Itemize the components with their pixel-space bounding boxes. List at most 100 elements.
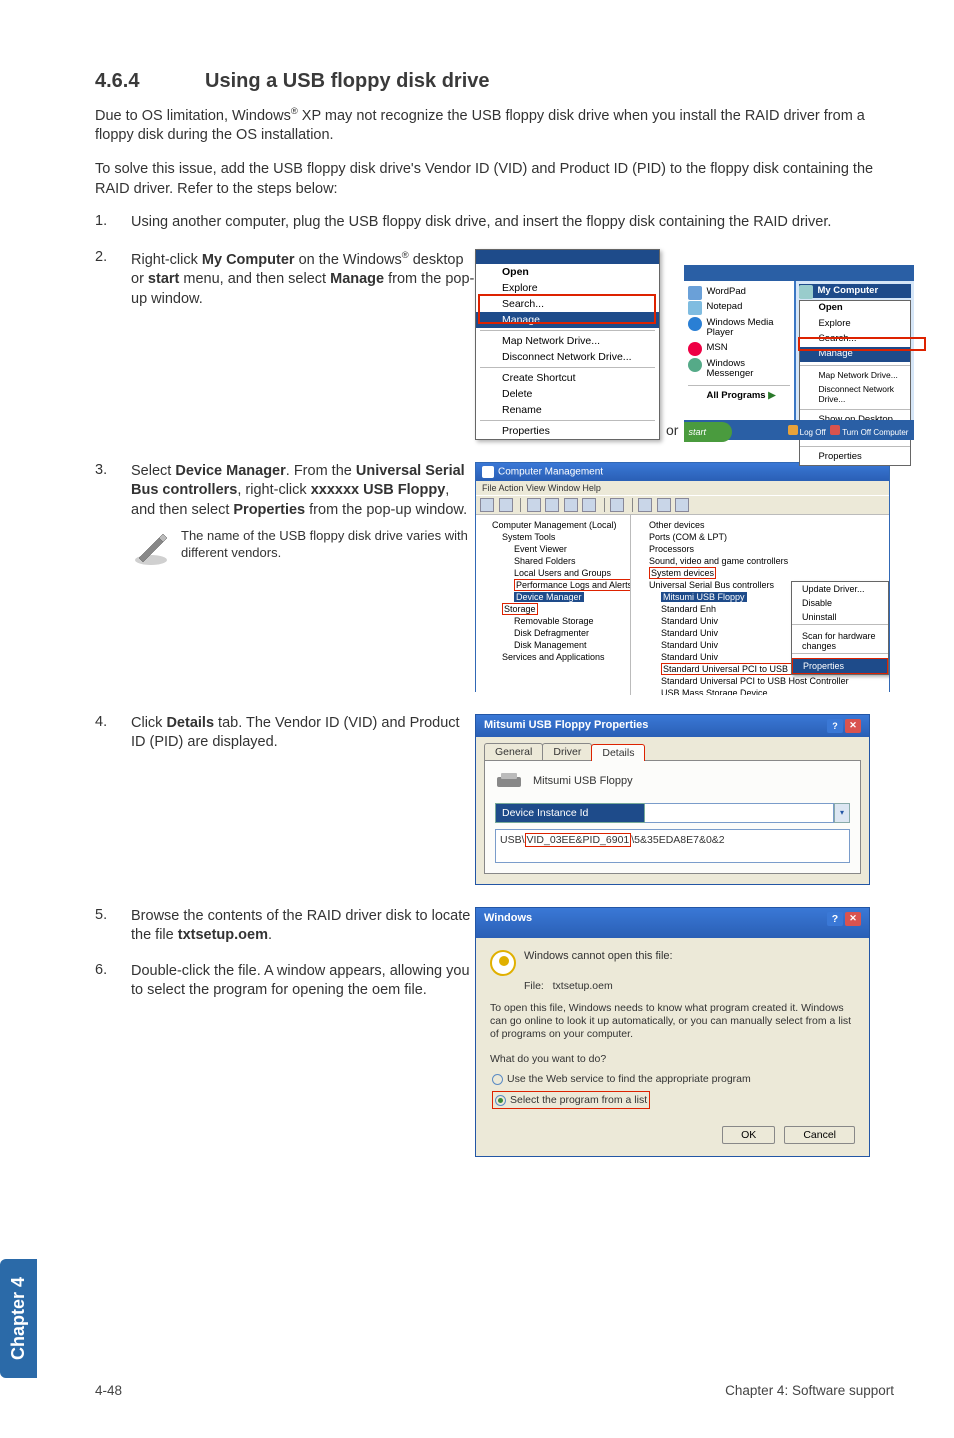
- toolbar-icon[interactable]: [527, 498, 541, 512]
- compmgmt-toolbar[interactable]: [476, 495, 889, 515]
- tree-users[interactable]: Local Users and Groups: [480, 567, 626, 579]
- note-step3: The name of the USB floppy disk drive va…: [131, 528, 475, 568]
- windows-open-with-dialog: Windows ?✕ Windows cannot open this file…: [475, 907, 870, 1157]
- tree-diskmgmt[interactable]: Disk Management: [480, 639, 626, 651]
- start-left-notepad[interactable]: Notepad: [688, 300, 790, 314]
- start-left-msn[interactable]: MSN: [688, 341, 790, 355]
- ctx-search[interactable]: Search...: [476, 296, 659, 312]
- toolbar-icon[interactable]: [582, 498, 596, 512]
- device-context-submenu: Update Driver... Disable Uninstall Scan …: [791, 581, 889, 675]
- footer-chapter-label: Chapter 4: Software support: [725, 1383, 894, 1398]
- compmgmt-detail[interactable]: Other devices Ports (COM & LPT) Processo…: [631, 515, 889, 695]
- device-instance-value[interactable]: USB\VID_03EE&PID_6901\5&35EDA8E7&0&2: [495, 829, 850, 863]
- start-ctx-properties[interactable]: Properties: [800, 450, 910, 464]
- start-all-programs[interactable]: All Programs ▶: [688, 389, 790, 403]
- mycomputer-icon-bar: [476, 250, 659, 264]
- start-ctx-explore[interactable]: Explore: [800, 317, 910, 331]
- opt-select-from-list[interactable]: Select the program from a list: [492, 1091, 650, 1109]
- close-icon[interactable]: ✕: [845, 719, 861, 733]
- sub-uninstall[interactable]: Uninstall: [792, 610, 888, 624]
- start-button[interactable]: start: [684, 422, 732, 442]
- det-ports[interactable]: Ports (COM & LPT): [635, 531, 885, 543]
- toolbar-icon[interactable]: [675, 498, 689, 512]
- compmgmt-tree[interactable]: Computer Management (Local) System Tools…: [476, 515, 631, 695]
- step-4-text: Click Details tab. The Vendor ID (VID) a…: [131, 714, 475, 753]
- ctx-properties[interactable]: Properties: [476, 423, 659, 439]
- start-left-messenger[interactable]: Windows Messenger: [688, 357, 790, 382]
- tree-root[interactable]: Computer Management (Local): [480, 519, 626, 531]
- toolbar-icon[interactable]: [564, 498, 578, 512]
- tree-services[interactable]: Services and Applications: [480, 651, 626, 663]
- start-ctx-map[interactable]: Map Network Drive...: [800, 369, 910, 382]
- propdlg-titlebar: Mitsumi USB Floppy Properties ?✕: [476, 715, 869, 737]
- tree-removable[interactable]: Removable Storage: [480, 615, 626, 627]
- cancel-button[interactable]: Cancel: [784, 1126, 855, 1144]
- det-sound[interactable]: Sound, video and game controllers: [635, 555, 885, 567]
- start-my-computer[interactable]: My Computer: [799, 284, 911, 298]
- det-mass[interactable]: USB Mass Storage Device: [635, 687, 885, 695]
- tree-storage[interactable]: Storage: [480, 603, 626, 615]
- start-ctx-open[interactable]: Open: [800, 301, 910, 315]
- help-icon[interactable]: ?: [827, 912, 843, 926]
- step-2-text: Right-click My Computer on the Windows® …: [131, 249, 475, 310]
- close-icon[interactable]: ✕: [845, 912, 861, 926]
- toolbar-fwd-icon[interactable]: [499, 498, 513, 512]
- step-3-number: 3.: [95, 462, 131, 521]
- sub-update[interactable]: Update Driver...: [792, 582, 888, 596]
- note-step3-text: The name of the USB floppy disk drive va…: [181, 528, 475, 562]
- tree-devmgr[interactable]: Device Manager: [480, 591, 626, 603]
- toolbar-back-icon[interactable]: [480, 498, 494, 512]
- ctx-open[interactable]: Open: [476, 264, 659, 280]
- help-icon[interactable]: ?: [827, 719, 843, 733]
- ctx-manage[interactable]: Manage: [476, 312, 659, 328]
- combo-dropdown-icon[interactable]: ▾: [834, 803, 850, 823]
- ctx-disconnect-drive[interactable]: Disconnect Network Drive...: [476, 349, 659, 365]
- ctx-map-drive[interactable]: Map Network Drive...: [476, 333, 659, 349]
- ok-button[interactable]: OK: [722, 1126, 775, 1144]
- properties-dialog: Mitsumi USB Floppy Properties ?✕ General…: [475, 714, 870, 885]
- toolbar-icon[interactable]: [657, 498, 671, 512]
- tab-general[interactable]: General: [484, 743, 543, 760]
- start-left-wmp[interactable]: Windows Media Player: [688, 316, 790, 341]
- tree-eventviewer[interactable]: Event Viewer: [480, 543, 626, 555]
- opt-web-service[interactable]: Use the Web service to find the appropri…: [492, 1073, 855, 1085]
- step-5-number: 5.: [95, 907, 131, 946]
- start-logoff-turnoff[interactable]: Log Off Turn Off Computer: [788, 425, 909, 437]
- floppy-device-icon: [495, 771, 523, 791]
- tab-details[interactable]: Details: [591, 744, 645, 761]
- ctx-explore[interactable]: Explore: [476, 280, 659, 296]
- toolbar-icon[interactable]: [545, 498, 559, 512]
- ctx-create-shortcut[interactable]: Create Shortcut: [476, 370, 659, 386]
- tree-perf[interactable]: Performance Logs and Alerts: [480, 579, 626, 591]
- computer-management-window: Computer Management File Action View Win…: [475, 462, 890, 692]
- det-std[interactable]: Standard Universal PCI to USB Host Contr…: [635, 675, 885, 687]
- device-instance-combo[interactable]: Device Instance Id: [495, 803, 645, 823]
- ctx-rename[interactable]: Rename: [476, 402, 659, 418]
- start-left-wordpad[interactable]: WordPad: [688, 285, 790, 299]
- sub-disable[interactable]: Disable: [792, 596, 888, 610]
- device-name-row: Mitsumi USB Floppy: [495, 771, 850, 791]
- tree-defrag[interactable]: Disk Defragmenter: [480, 627, 626, 639]
- start-ctx-disconnect[interactable]: Disconnect Network Drive...: [800, 383, 910, 406]
- registered-mark: ®: [291, 105, 298, 116]
- tree-shared[interactable]: Shared Folders: [480, 555, 626, 567]
- sub-properties[interactable]: Properties: [792, 658, 888, 674]
- toolbar-icon[interactable]: [610, 498, 624, 512]
- start-ctx-search[interactable]: Search...: [800, 332, 910, 346]
- vid-pid-highlight: VID_03EE&PID_6901: [525, 833, 632, 847]
- arrow-right-icon: ▶: [768, 390, 775, 401]
- cannot-open-msg: Windows cannot open this file:: [524, 950, 673, 962]
- det-other[interactable]: Other devices: [635, 519, 885, 531]
- tree-systools[interactable]: System Tools: [480, 531, 626, 543]
- start-ctx-manage[interactable]: Manage: [800, 347, 910, 361]
- intro-paragraph-2: To solve this issue, add the USB floppy …: [95, 160, 894, 199]
- toolbar-icon[interactable]: [638, 498, 652, 512]
- step-6-number: 6.: [95, 962, 131, 1001]
- det-processors[interactable]: Processors: [635, 543, 885, 555]
- ctx-delete[interactable]: Delete: [476, 386, 659, 402]
- tab-driver[interactable]: Driver: [542, 743, 592, 760]
- det-sysdev[interactable]: System devices: [635, 567, 885, 579]
- or-label: or: [666, 422, 678, 440]
- sub-scan[interactable]: Scan for hardware changes: [792, 629, 888, 653]
- compmgmt-menubar[interactable]: File Action View Window Help: [476, 481, 889, 495]
